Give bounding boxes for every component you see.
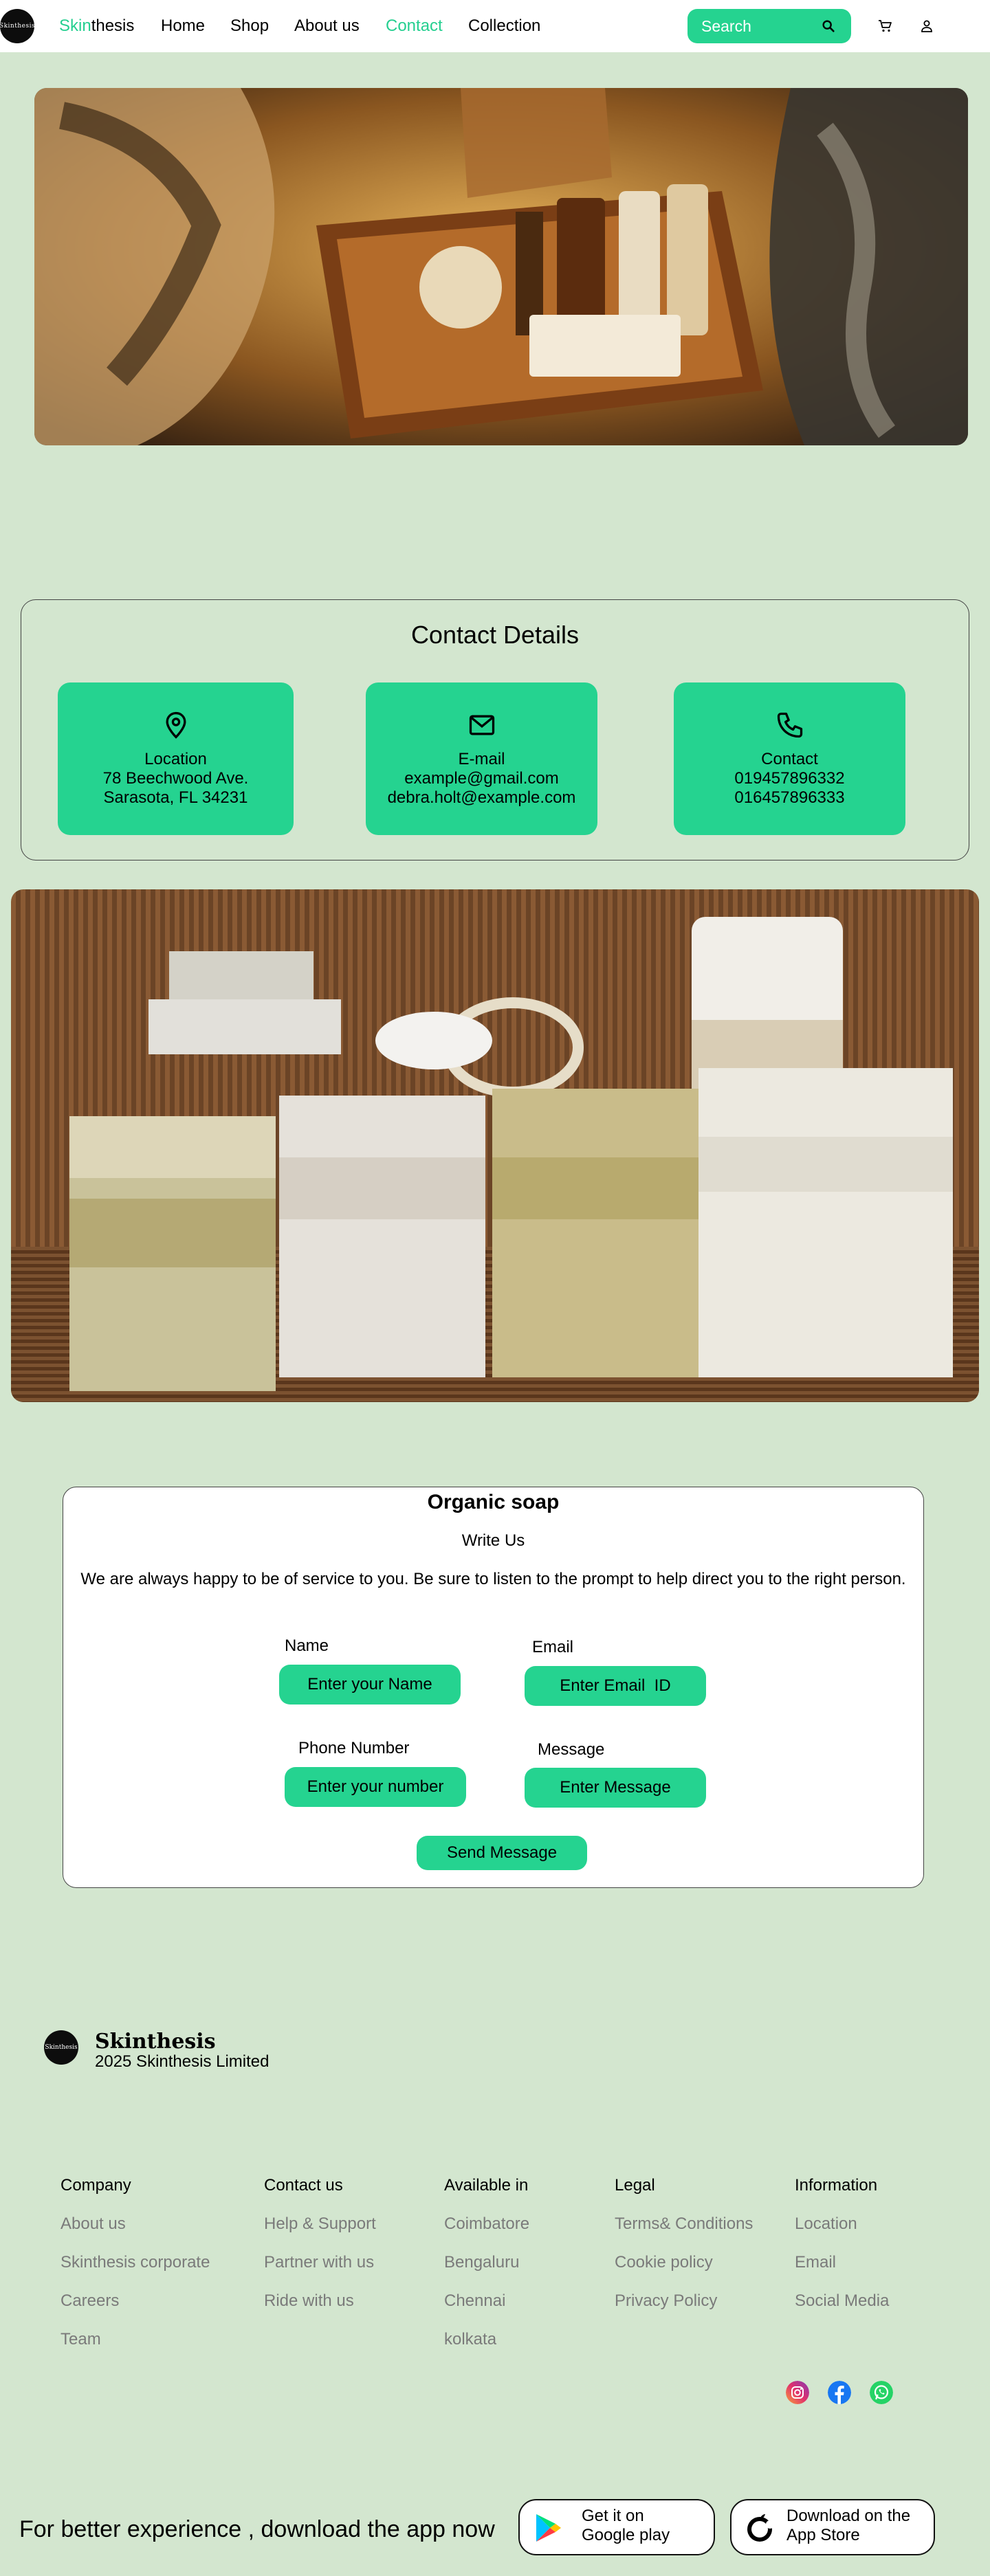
soap-bars-image	[11, 889, 979, 1402]
brand-accent: Skin	[59, 16, 91, 35]
email-line-1[interactable]: example@gmail.com	[366, 769, 597, 788]
whatsapp-icon[interactable]	[870, 2381, 893, 2404]
location-card: Location 78 Beechwood Ave. Sarasota, FL …	[58, 682, 294, 835]
footer-link-location[interactable]: Location	[795, 2214, 857, 2234]
phone-line-2[interactable]: 016457896333	[674, 788, 905, 808]
cart-icon[interactable]	[877, 18, 894, 34]
footer-link-about-us[interactable]: About us	[60, 2214, 126, 2234]
footer-link-email[interactable]: Email	[795, 2253, 836, 2272]
footer-link-corporate[interactable]: Skinthesis corporate	[60, 2253, 210, 2272]
email-card: E-mail example@gmail.com debra.holt@exam…	[366, 682, 597, 835]
apple-icon	[747, 2514, 774, 2542]
logo[interactable]: Skinthesis	[0, 9, 34, 43]
logo-text: Skinthesis	[0, 23, 34, 30]
contact-form: Organic soap Write Us We are always happ…	[63, 1487, 924, 1888]
message-label: Message	[538, 1740, 605, 1759]
top-navbar: Skinthesis Skinthesis Home Shop About us…	[0, 0, 990, 52]
send-message-button[interactable]: Send Message	[417, 1836, 587, 1870]
phone-number-label: Phone Number	[298, 1739, 410, 1757]
name-input[interactable]	[279, 1665, 461, 1705]
footer-link-team[interactable]: Team	[60, 2330, 101, 2349]
footer-copyright: 2025 Skinthesis Limited	[95, 2052, 270, 2071]
footer-link-cookie[interactable]: Cookie policy	[615, 2253, 713, 2272]
phone-icon	[777, 712, 802, 738]
footer-link-kolkata[interactable]: kolkata	[444, 2330, 496, 2349]
brand-name[interactable]: Skinthesis	[59, 16, 134, 36]
nav-link-about[interactable]: About us	[294, 16, 360, 36]
email-input[interactable]	[525, 1666, 706, 1706]
app-store-small-text: Download on the	[786, 2507, 911, 2525]
search-input[interactable]	[700, 16, 817, 36]
mail-icon	[469, 715, 494, 735]
email-label: E-mail	[458, 750, 505, 768]
footer-heading-available: Available in	[444, 2176, 529, 2195]
form-title: Organic soap	[427, 1491, 560, 1513]
footer-heading-contact: Contact us	[264, 2176, 343, 2195]
location-line-2: Sarasota, FL 34231	[103, 788, 248, 807]
location-line-1: 78 Beechwood Ave.	[102, 769, 249, 788]
email-label: Email	[532, 1638, 574, 1656]
footer-link-help[interactable]: Help & Support	[264, 2214, 376, 2234]
google-play-big-text: Google play	[582, 2526, 670, 2544]
footer-link-ride[interactable]: Ride with us	[264, 2291, 354, 2311]
nav-link-contact[interactable]: Contact	[386, 16, 443, 36]
google-play-button[interactable]: Get it on Google play	[518, 2499, 715, 2555]
phone-label: Contact	[761, 750, 818, 768]
download-app-text: For better experience , download the app…	[19, 2516, 495, 2542]
google-play-small-text: Get it on	[582, 2507, 644, 2525]
footer-link-careers[interactable]: Careers	[60, 2291, 119, 2311]
nav-link-home[interactable]: Home	[161, 16, 205, 36]
footer-link-social-media[interactable]: Social Media	[795, 2291, 889, 2311]
phone-input[interactable]	[285, 1767, 466, 1807]
nav-link-collection[interactable]: Collection	[468, 16, 540, 36]
contact-details-title: Contact Details	[410, 621, 580, 649]
footer-link-partner[interactable]: Partner with us	[264, 2253, 374, 2272]
search-box	[688, 9, 851, 43]
email-line-2[interactable]: debra.holt@example.com	[366, 788, 597, 808]
form-subtitle: Write Us	[461, 1531, 525, 1550]
footer-heading-legal: Legal	[615, 2176, 655, 2195]
phone-line-1[interactable]: 019457896332	[674, 769, 905, 788]
user-icon[interactable]	[918, 18, 935, 34]
google-play-icon	[536, 2514, 561, 2542]
footer-link-privacy[interactable]: Privacy Policy	[615, 2291, 717, 2311]
footer-logo[interactable]: Skinthesis	[44, 2030, 78, 2065]
map-pin-icon	[166, 711, 186, 739]
footer-logo-text: Skinthesis	[45, 2044, 78, 2051]
location-label: Location	[144, 750, 207, 768]
search-icon[interactable]	[821, 19, 836, 34]
phone-card: Contact 019457896332 016457896333	[674, 682, 905, 835]
footer-link-chennai[interactable]: Chennai	[444, 2291, 505, 2311]
hero-image	[34, 88, 968, 445]
footer-link-bengaluru[interactable]: Bengaluru	[444, 2253, 519, 2272]
footer-link-coimbatore[interactable]: Coimbatore	[444, 2214, 529, 2234]
instagram-icon[interactable]	[786, 2381, 809, 2404]
contact-details-section: Contact Details Location 78 Beechwood Av…	[21, 599, 969, 860]
footer-heading-company: Company	[60, 2176, 131, 2195]
footer-link-terms[interactable]: Terms& Conditions	[615, 2214, 753, 2234]
message-input[interactable]	[525, 1768, 706, 1808]
footer-brand: Skinthesis	[95, 2030, 216, 2054]
brand-rest: thesis	[91, 16, 135, 35]
facebook-icon[interactable]	[828, 2381, 851, 2404]
app-store-button[interactable]: Download on the App Store	[730, 2499, 935, 2555]
app-store-big-text: App Store	[786, 2526, 860, 2544]
name-label: Name	[285, 1636, 329, 1655]
nav-link-shop[interactable]: Shop	[230, 16, 269, 36]
form-description: We are always happy to be of service to …	[80, 1570, 906, 1588]
footer-heading-information: Information	[795, 2176, 878, 2195]
